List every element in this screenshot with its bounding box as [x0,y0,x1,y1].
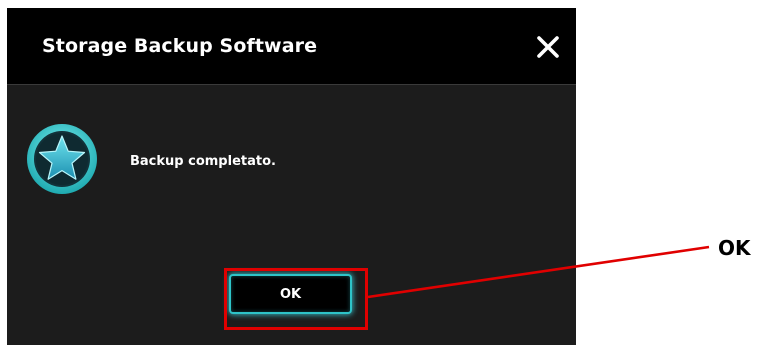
ok-button-label: OK [279,286,302,302]
callout-label: OK [718,236,751,260]
star-icon [24,121,100,197]
status-message: Backup completato. [130,154,276,169]
dialog-window: Storage Backup Software Backup completat… [7,8,576,345]
ok-button[interactable]: OK [229,274,352,314]
title-bar: Storage Backup Software [7,8,576,85]
window-title: Storage Backup Software [42,35,318,57]
close-icon [537,36,559,58]
close-button[interactable] [535,34,561,60]
